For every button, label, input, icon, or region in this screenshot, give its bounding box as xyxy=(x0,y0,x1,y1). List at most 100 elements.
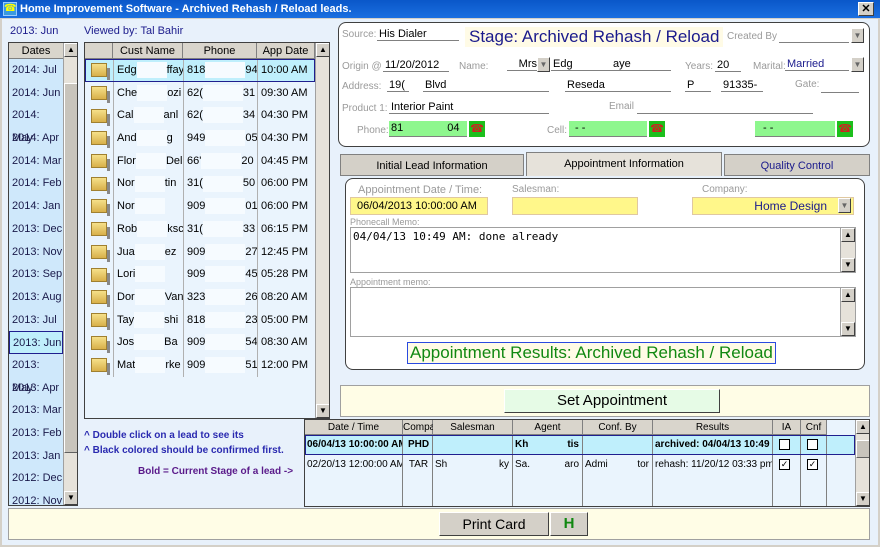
created-by-dropdown-icon[interactable]: ▼ xyxy=(851,28,864,43)
date-item[interactable]: 2012: Dec xyxy=(9,467,63,490)
product-field[interactable]: Interior Paint xyxy=(389,101,549,114)
dial-phone-icon[interactable]: ☎ xyxy=(469,121,485,137)
scroll-down-icon[interactable]: ▼ xyxy=(316,404,329,418)
gate-field[interactable] xyxy=(821,79,859,93)
address-street-field[interactable]: Blvd xyxy=(423,79,549,92)
lead-row[interactable]: Jua ez 909 27 12:45 PM xyxy=(85,240,315,264)
ia-checkbox[interactable] xyxy=(779,438,790,450)
date-item[interactable]: 2013: Mar xyxy=(9,399,63,422)
scroll-down-icon[interactable]: ▼ xyxy=(841,258,855,272)
date-item[interactable]: 2013: Nov xyxy=(9,241,63,264)
date-item[interactable]: 2014: Jan xyxy=(9,195,63,218)
scroll-up-icon[interactable]: ▲ xyxy=(64,43,77,57)
phone-field[interactable]: 81 04 xyxy=(389,121,467,137)
date-item[interactable]: 2013: Jul xyxy=(9,309,63,332)
date-item[interactable]: 2012: Nov xyxy=(9,490,63,505)
history-col-header[interactable]: Agent xyxy=(513,420,583,435)
years-field[interactable]: 20 xyxy=(715,59,741,72)
company-dropdown-icon[interactable]: ▼ xyxy=(838,198,851,213)
first-name-field[interactable]: Edg xyxy=(551,58,611,71)
lead-row[interactable]: Flor Del 66' 20 04:45 PM xyxy=(85,149,315,173)
date-item[interactable]: 2013: Aug xyxy=(9,286,63,309)
email-field[interactable] xyxy=(637,101,813,114)
address-number-field[interactable]: 19( xyxy=(387,79,409,92)
history-row[interactable]: 02/20/13 12:00:00 AM TAR Sh ky Sa. aro Admi tor… xyxy=(305,455,855,475)
lead-row[interactable]: Mat rke 909 51 12:00 PM xyxy=(85,353,315,377)
lead-row[interactable]: Lori 909 45 05:28 PM xyxy=(85,263,315,286)
close-button[interactable]: ✕ xyxy=(858,2,874,16)
date-item[interactable]: 2013: Apr xyxy=(9,377,63,400)
appt-memo-textarea[interactable] xyxy=(350,287,856,337)
col-header-cust-name[interactable]: Cust Name xyxy=(113,43,183,59)
phone-memo-scrollbar[interactable]: ▲ ▼ xyxy=(840,228,855,272)
zip-field[interactable]: 91335- xyxy=(721,79,763,92)
appt-datetime-field[interactable]: 06/04/2013 10:00:00 AM xyxy=(350,197,488,215)
other-phone-field[interactable]: - - xyxy=(755,121,835,137)
dial-other-icon[interactable]: ☎ xyxy=(837,121,853,137)
scroll-up-icon[interactable]: ▲ xyxy=(856,420,869,434)
lead-row[interactable]: Nor tin 31(50 06:00 PM xyxy=(85,172,315,196)
date-item[interactable]: 2013: Sep xyxy=(9,263,63,286)
marital-field[interactable]: Married xyxy=(785,58,849,71)
date-item[interactable]: 2014: May xyxy=(9,104,63,144)
company-field[interactable]: Home Design xyxy=(692,197,854,215)
created-by-field[interactable] xyxy=(779,29,849,43)
set-appointment-button[interactable]: Set Appointment xyxy=(504,389,720,413)
history-col-header[interactable]: IA xyxy=(773,420,801,435)
appt-memo-scrollbar[interactable]: ▲ ▼ xyxy=(840,288,855,336)
h-button[interactable]: H xyxy=(550,512,588,536)
history-col-header[interactable]: Compa xyxy=(403,420,435,435)
scroll-down-icon[interactable]: ▼ xyxy=(64,491,77,505)
lead-row[interactable]: Tay shi 818 23 05:00 PM xyxy=(85,308,315,332)
col-header-phone[interactable]: Phone xyxy=(183,43,257,59)
lead-row[interactable]: And g 949 05 04:30 PM xyxy=(85,127,315,150)
lead-row[interactable]: Dor Van 323 26 08:20 AM xyxy=(85,285,315,309)
tab-quality-control[interactable]: Quality Control xyxy=(724,154,870,176)
tab-appointment[interactable]: Appointment Information xyxy=(526,152,722,176)
origin-field[interactable]: 11/20/2012 xyxy=(383,59,449,72)
dates-scrollbar[interactable]: ▲ ▼ xyxy=(63,43,77,505)
date-item[interactable]: 2014: Apr xyxy=(9,127,63,150)
leads-scrollbar[interactable]: ▲ ▼ xyxy=(315,43,329,418)
col-header-app-date[interactable]: App Date xyxy=(257,43,315,59)
history-col-header[interactable]: Results xyxy=(653,420,773,435)
history-col-header[interactable]: Salesman xyxy=(433,420,513,435)
lead-row[interactable]: Rob ksc 31(33 06:15 PM xyxy=(85,217,315,241)
date-item[interactable]: 2013: May xyxy=(9,354,63,394)
lead-row[interactable]: Nor 909 01 06:00 PM xyxy=(85,195,315,218)
cell-field[interactable]: - - xyxy=(569,121,647,137)
scroll-thumb[interactable] xyxy=(856,440,869,458)
history-col-header[interactable]: Conf. By xyxy=(583,420,653,435)
date-item[interactable]: 2013: Jun xyxy=(9,331,63,354)
date-item[interactable]: 2013: Dec xyxy=(9,218,63,241)
scroll-up-icon[interactable]: ▲ xyxy=(841,288,855,302)
history-col-header[interactable]: Date / Time xyxy=(305,420,403,435)
print-card-button[interactable]: Print Card xyxy=(439,512,549,536)
cnf-checkbox[interactable] xyxy=(807,438,818,450)
history-row[interactable]: 06/04/13 10:00:00 AM PHD Kh tis archived: 04… xyxy=(305,435,855,455)
scroll-up-icon[interactable]: ▲ xyxy=(316,43,329,57)
city-field[interactable]: Reseda xyxy=(565,79,671,92)
marital-dropdown-icon[interactable]: ▼ xyxy=(851,57,864,72)
ia-checkbox[interactable]: ✓ xyxy=(779,458,790,470)
scroll-up-icon[interactable]: ▲ xyxy=(841,228,855,242)
salutation-dropdown-icon[interactable]: ▼ xyxy=(537,57,550,72)
salutation-field[interactable]: Mrs xyxy=(507,58,537,71)
history-col-header[interactable]: Cnf xyxy=(801,420,827,435)
tab-initial-lead[interactable]: Initial Lead Information xyxy=(340,154,524,176)
lead-row[interactable]: Edg ffay 818 94 10:00 AM xyxy=(85,59,315,82)
lead-row[interactable]: Jos Ba 909 54 08:30 AM xyxy=(85,331,315,354)
date-item[interactable]: 2014: Jul xyxy=(9,59,63,82)
last-name-field[interactable]: aye xyxy=(611,58,671,71)
state-field[interactable]: P xyxy=(685,79,711,92)
date-item[interactable]: 2013: Jan xyxy=(9,445,63,468)
lead-row[interactable]: Che ozi 62(31 09:30 AM xyxy=(85,81,315,105)
source-field[interactable]: His Dialer xyxy=(377,28,459,41)
date-item[interactable]: 2014: Feb xyxy=(9,172,63,195)
dates-header[interactable]: Dates xyxy=(9,43,64,59)
cnf-checkbox[interactable]: ✓ xyxy=(807,458,818,470)
phone-memo-textarea[interactable]: 04/04/13 10:49 AM: done already xyxy=(350,227,856,273)
scroll-down-icon[interactable]: ▼ xyxy=(856,492,869,506)
date-item[interactable]: 2014: Mar xyxy=(9,150,63,173)
lead-row[interactable]: Cal anl 62(34 04:30 PM xyxy=(85,104,315,128)
